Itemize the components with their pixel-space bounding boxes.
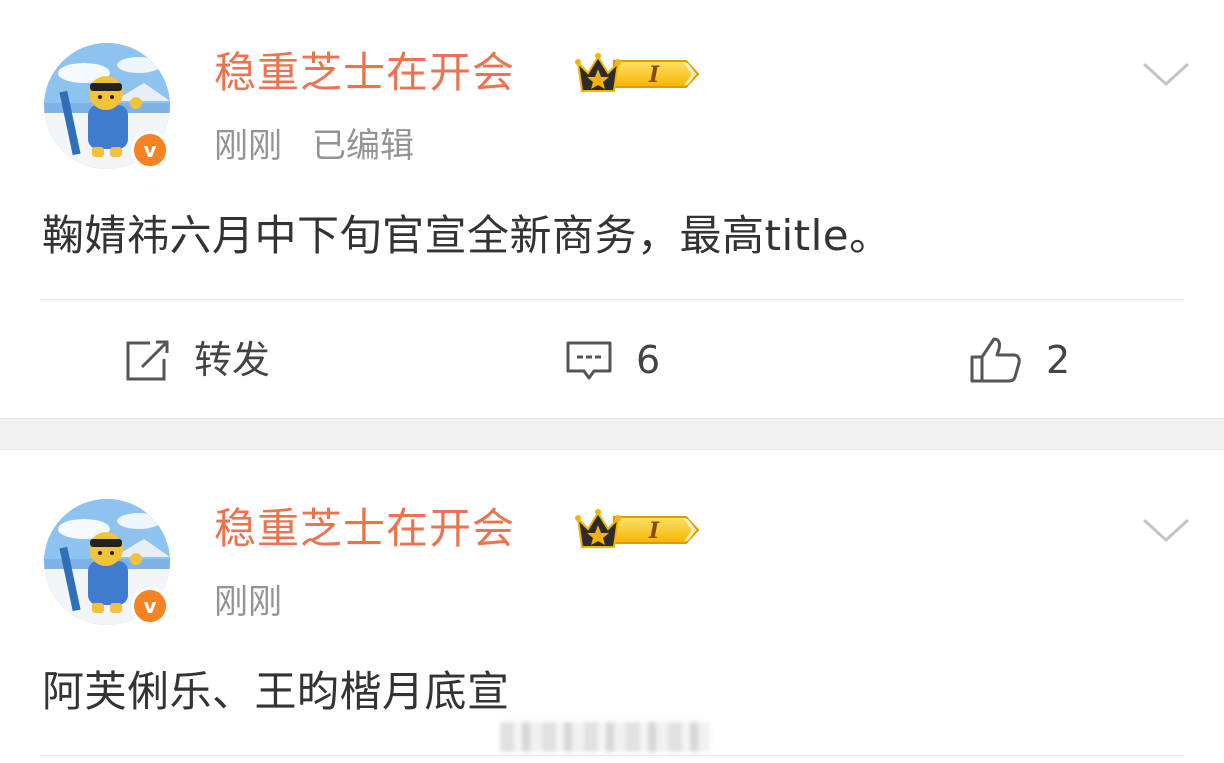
- vip-level-label: I: [648, 62, 660, 88]
- action-bar: 转发 6 2: [0, 330, 1224, 390]
- verified-v-icon: v: [131, 131, 169, 169]
- vip-crown-icon[interactable]: I: [574, 49, 702, 99]
- repost-icon: [126, 340, 169, 381]
- username[interactable]: 稳重芝士在开会: [214, 504, 515, 554]
- divider: [40, 755, 1184, 756]
- comment-count: 6: [636, 338, 661, 382]
- edited-label: 已编辑: [312, 126, 414, 166]
- post-time: 刚刚: [214, 582, 282, 622]
- like-count: 2: [1046, 338, 1071, 382]
- like-icon: [970, 337, 1021, 383]
- repost-button[interactable]: 转发: [122, 330, 270, 390]
- weibo-post: v 稳重芝士在开会 I 刚刚 阿芙俐乐、王昀楷月底宣: [0, 450, 1224, 763]
- comment-icon: [566, 341, 612, 380]
- post-content: 鞠婧祎六月中下旬官宣全新商务，最高title。: [42, 211, 892, 260]
- weibo-post: v 稳重芝士在开会 I 刚刚 已编辑 鞠婧祎六月中下旬官宣全新商务，最高title…: [0, 0, 1224, 418]
- post-meta: 刚刚: [214, 582, 282, 622]
- vip-crown-icon[interactable]: I: [574, 505, 702, 555]
- obscured-text: [500, 722, 710, 752]
- post-content: 阿芙俐乐、王昀楷月底宣: [42, 667, 510, 716]
- comment-button[interactable]: 6: [564, 330, 660, 390]
- repost-label: 转发: [194, 338, 271, 382]
- chevron-down-icon[interactable]: [1140, 514, 1192, 544]
- chevron-down-icon[interactable]: [1140, 58, 1192, 88]
- post-time: 刚刚: [214, 126, 282, 166]
- post-meta: 刚刚 已编辑: [214, 126, 414, 166]
- verified-v-icon: v: [131, 587, 169, 625]
- vip-level-label: I: [648, 518, 660, 544]
- divider: [40, 299, 1184, 300]
- like-button[interactable]: 2: [968, 330, 1070, 390]
- post-separator: [0, 418, 1224, 450]
- username[interactable]: 稳重芝士在开会: [214, 48, 515, 98]
